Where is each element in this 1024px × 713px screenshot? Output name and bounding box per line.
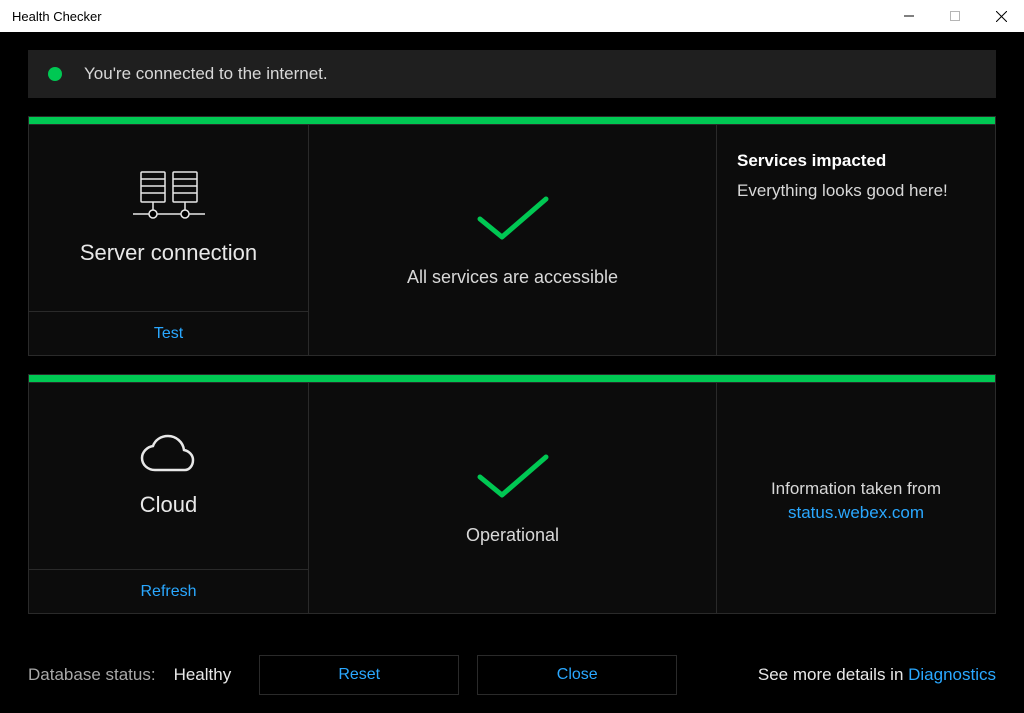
cloud-info-text: Information taken from xyxy=(771,479,941,499)
cloud-cell-right: Information taken from status.webex.com xyxy=(717,383,995,613)
server-status-text: All services are accessible xyxy=(407,267,618,288)
titlebar: Health Checker xyxy=(0,0,1024,32)
minimize-button[interactable] xyxy=(886,0,932,32)
cloud-panel: Cloud Refresh Operational Information ta… xyxy=(28,374,996,614)
cloud-cell-left: Cloud Refresh xyxy=(29,383,309,613)
window-title: Health Checker xyxy=(12,9,102,24)
server-connection-panel: Server connection Test All services are … xyxy=(28,116,996,356)
cloud-cell-mid: Operational xyxy=(309,383,717,613)
database-status-label: Database status: xyxy=(28,665,156,685)
connection-banner-text: You're connected to the internet. xyxy=(84,64,328,84)
panel-body: Cloud Refresh Operational Information ta… xyxy=(29,383,995,613)
panel-status-bar xyxy=(29,117,995,125)
cloud-iconbox: Cloud xyxy=(29,383,308,569)
server-cell-mid: All services are accessible xyxy=(309,125,717,355)
server-network-icon xyxy=(131,170,207,224)
server-cell-right: Services impacted Everything looks good … xyxy=(717,125,995,355)
connection-banner: You're connected to the internet. xyxy=(28,50,996,98)
refresh-button[interactable]: Refresh xyxy=(29,569,308,613)
window: Health Checker You're connected to the i… xyxy=(0,0,1024,713)
checkmark-icon xyxy=(474,451,552,501)
server-iconbox: Server connection xyxy=(29,125,308,311)
database-status-value: Healthy xyxy=(174,665,232,685)
maximize-button xyxy=(932,0,978,32)
cloud-icon xyxy=(137,434,201,476)
diagnostics-link[interactable]: Diagnostics xyxy=(908,665,996,684)
cloud-title: Cloud xyxy=(140,492,197,518)
footer-details-prefix: See more details in xyxy=(758,665,908,684)
window-controls xyxy=(886,0,1024,32)
test-button[interactable]: Test xyxy=(29,311,308,355)
reset-button[interactable]: Reset xyxy=(259,655,459,695)
app-body: You're connected to the internet. xyxy=(0,32,1024,713)
server-connection-title: Server connection xyxy=(80,240,257,266)
panel-body: Server connection Test All services are … xyxy=(29,125,995,355)
close-window-button[interactable] xyxy=(978,0,1024,32)
panel-status-bar xyxy=(29,375,995,383)
close-button[interactable]: Close xyxy=(477,655,677,695)
services-impacted-body: Everything looks good here! xyxy=(737,181,975,201)
server-cell-left: Server connection Test xyxy=(29,125,309,355)
checkmark-icon xyxy=(474,193,552,243)
status-source-link[interactable]: status.webex.com xyxy=(788,503,924,523)
cloud-status-text: Operational xyxy=(466,525,559,546)
footer: Database status: Healthy Reset Close See… xyxy=(28,635,996,695)
status-dot-icon xyxy=(48,67,62,81)
footer-details: See more details in Diagnostics xyxy=(758,665,996,685)
services-impacted-heading: Services impacted xyxy=(737,151,975,171)
